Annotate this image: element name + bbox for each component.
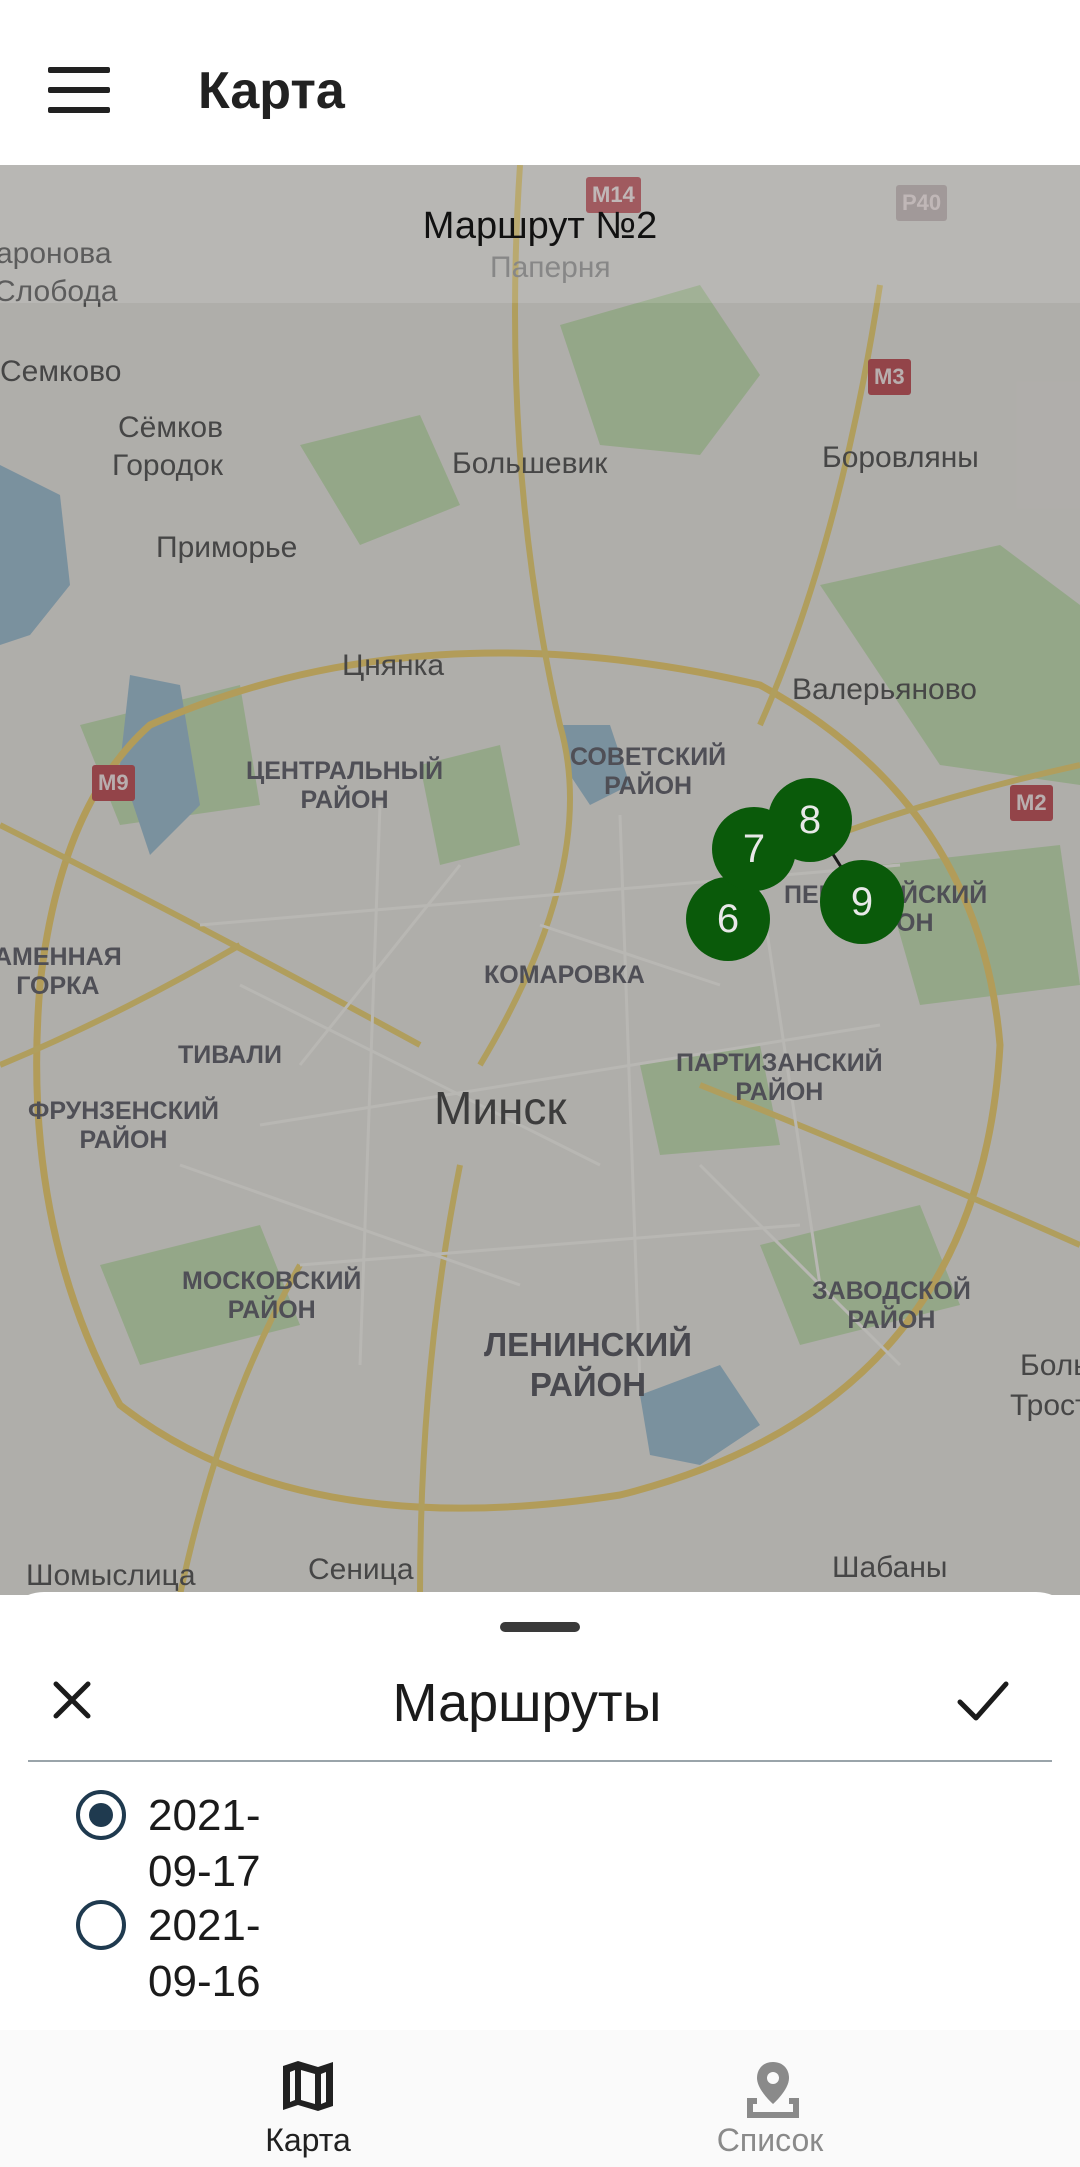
hamburger-menu-icon[interactable] <box>40 55 118 125</box>
map-view[interactable]: M14 P40 M3 M9 M2 аронова Слобода Семково… <box>0 165 1080 1595</box>
route-line <box>726 816 864 919</box>
bottom-navigation: Карта Список <box>0 2030 1080 2167</box>
check-icon[interactable] <box>950 1668 1014 1732</box>
sheet-title: Маршруты <box>392 1673 662 1733</box>
sheet-divider <box>28 1760 1052 1762</box>
route-marker[interactable]: 9 <box>820 860 904 944</box>
route-marker[interactable]: 8 <box>768 778 852 862</box>
map-icon <box>283 2061 333 2111</box>
app-bar: Карта <box>0 0 1080 165</box>
radio-unselected[interactable] <box>76 1900 126 1950</box>
routes-bottom-sheet: Маршруты 2021-09-17 2021-09-16 <box>0 1592 1080 2032</box>
nav-item-map[interactable]: Карта <box>38 2030 578 2167</box>
drag-handle[interactable] <box>500 1622 580 1632</box>
nav-label-map: Карта <box>265 2122 351 2158</box>
route-option-label: 2021-09-17 <box>148 1791 261 1896</box>
radio-selected[interactable] <box>76 1790 126 1840</box>
location-pin-icon <box>747 2062 799 2118</box>
route-option-label: 2021-09-16 <box>148 1901 261 2006</box>
nav-label-list: Список <box>716 2122 824 2158</box>
nav-item-list[interactable]: Список <box>500 2030 1040 2167</box>
page-title: Карта <box>198 62 345 120</box>
